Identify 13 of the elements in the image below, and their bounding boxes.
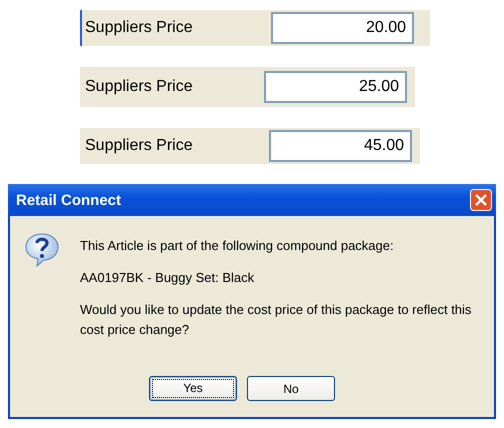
close-icon[interactable] — [470, 189, 492, 211]
message-text: Would you like to update the cost price of this package to reflect this cost price change? — [80, 301, 472, 339]
message-text: AA0197BK - Buggy Set: Black — [80, 269, 256, 287]
dialog-button[interactable]: No — [247, 376, 335, 401]
price-input[interactable]: 45.00 — [269, 130, 412, 162]
question-icon — [24, 232, 60, 268]
dialog-button[interactable]: Yes — [149, 376, 237, 401]
window-title: Retail Connect — [16, 192, 122, 208]
price-input[interactable]: 20.00 — [271, 12, 414, 44]
price-input[interactable]: 25.00 — [264, 71, 407, 103]
message-text: This Article is part of the following compound package: — [80, 237, 395, 255]
field-label: Suppliers Price — [84, 77, 194, 97]
field-label: Suppliers Price — [84, 136, 194, 156]
